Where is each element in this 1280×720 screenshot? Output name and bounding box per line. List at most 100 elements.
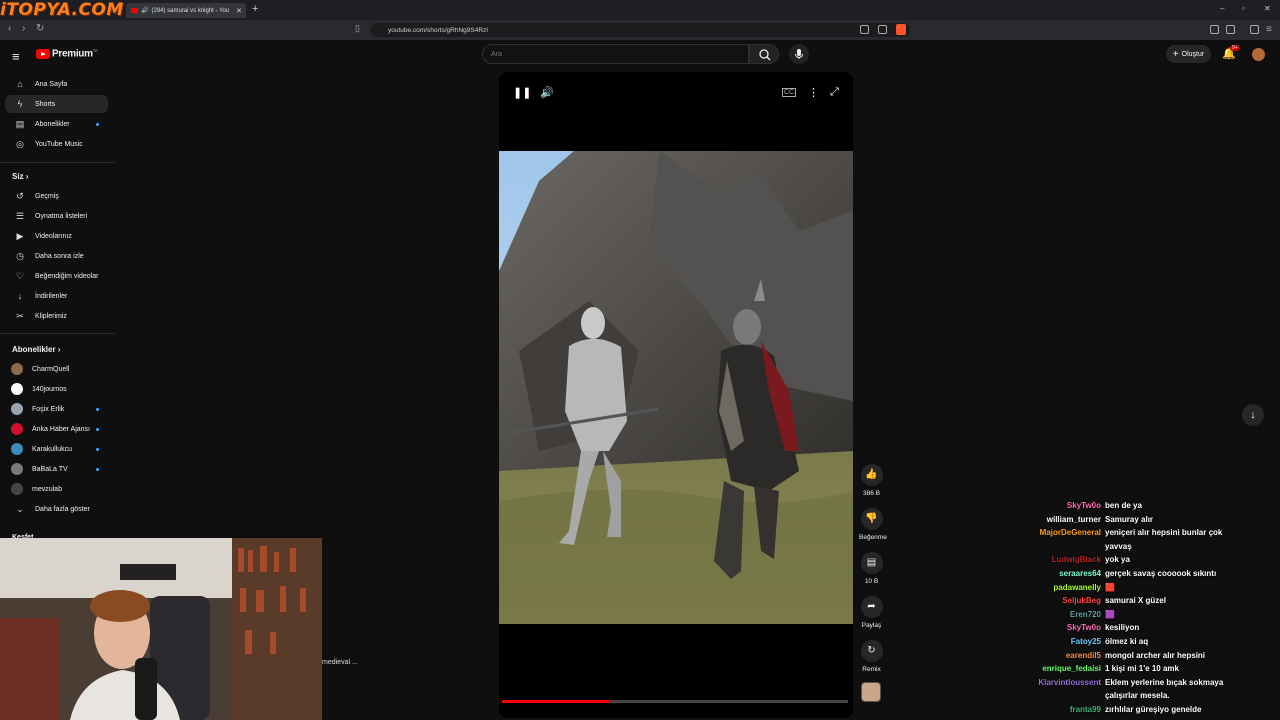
sidebar-item-i-ndirilenler[interactable]: ↓ İndirilenler [5, 287, 108, 305]
forward-icon[interactable]: › [22, 23, 25, 34]
back-icon[interactable]: ‹ [8, 23, 11, 34]
sidebar-item-label: Beğendiğim videolar [35, 272, 99, 280]
chat-text: ölmez ki aq [1105, 636, 1149, 646]
brave-shield-icon[interactable] [896, 24, 906, 35]
chat-username: MajorDeGeneral [1039, 528, 1101, 538]
speaker-tab-icon[interactable]: 🔊 [141, 7, 148, 14]
pause-icon[interactable]: ❚❚ [513, 86, 531, 99]
progress-fill [502, 700, 610, 703]
chat-message: franta99 zırhlılar güreşiyo genelde [1000, 703, 1270, 717]
chevron-down-icon: ⌄ [16, 503, 24, 514]
streamer-webcam [0, 538, 322, 720]
chat-text: Samuray alır [1105, 514, 1154, 524]
comment-icon: ▤ [860, 552, 883, 574]
channel-avatar [11, 403, 23, 415]
comments-button[interactable]: ▤ 10 B [859, 552, 884, 585]
sidebar-item-ge-mi-[interactable]: ↺ Geçmiş [5, 187, 108, 205]
clips-icon: ✂ [16, 310, 24, 321]
channel-avatar [11, 483, 23, 495]
music-ext-icon[interactable] [1250, 25, 1259, 34]
chat-username: Klarvintloussent [1038, 677, 1101, 687]
dislike-button[interactable]: 👎 Beğenme [859, 508, 887, 541]
search-input[interactable]: Ara [482, 44, 749, 64]
sidebar-item-daha-fazla-g-ster[interactable]: ⌄ Daha fazla göster [5, 500, 108, 518]
hamburger-menu-icon[interactable]: ≡ [12, 49, 20, 64]
voice-search-button[interactable] [789, 44, 809, 64]
sound-thumbnail[interactable] [861, 682, 881, 702]
search-button[interactable] [749, 44, 779, 64]
volume-icon[interactable]: 🔊 [540, 86, 554, 99]
sidebar-item-be-endi-im-videolar[interactable]: ♡ Beğendiğim videolar [5, 267, 108, 285]
sidebar-item-mevzulab[interactable]: mevzulab [5, 480, 108, 498]
sidebar-item-babala-tv[interactable]: BaBaLa TV [5, 460, 108, 478]
youtube-premium-logo[interactable]: PremiumTR [52, 48, 98, 59]
sidebar-item-youtube-music[interactable]: ◎ YouTube Music [5, 135, 108, 153]
browser-tab-bar: 🔊 (284) samurai vs knight - You ✕ + – ▫ … [0, 0, 1280, 20]
captions-icon[interactable]: CC [782, 88, 797, 97]
chat-message: MajorDeGeneral yeniçeri alır hepsini bunl… [1000, 526, 1270, 553]
account-avatar[interactable] [1252, 48, 1265, 61]
cast-icon[interactable] [860, 25, 869, 34]
sidebar-item-oynatma-listeleri[interactable]: ☰ Oynatma listeleri [5, 207, 108, 225]
address-bar-row: ‹ › ↻ ▯ youtube.com/shorts/gRhNg9S4RzI ≡ [0, 20, 1280, 40]
sidebar-item-anka-haber-ajans-[interactable]: Anka Haber Ajansı [5, 420, 108, 438]
chat-message: Klarvintloussent Eklem yerlerine bıçak so… [1000, 676, 1270, 703]
channel-avatar [11, 443, 23, 455]
menu-icon[interactable]: ≡ [1266, 24, 1272, 35]
sidebar-item-videolar-n-z[interactable]: ▶ Videolarınız [5, 227, 108, 245]
browser-tab[interactable]: 🔊 (284) samurai vs knight - You ✕ [126, 3, 246, 18]
sidebar-item-karakullukcu[interactable]: Karakullukcu [5, 440, 108, 458]
search-icon [759, 49, 771, 61]
url-field[interactable]: youtube.com/shorts/gRhNg9S4RzI [370, 23, 910, 37]
video-frame[interactable] [499, 151, 853, 624]
chat-text: 1 kişi mi 1'e 10 amk [1105, 664, 1179, 674]
close-window-icon[interactable]: ✕ [1264, 4, 1271, 13]
sidebar-item-label: Shorts [35, 100, 56, 108]
sidebar-item-kliplerimiz[interactable]: ✂ Kliplerimiz [5, 307, 108, 325]
sidebar-item-ana-sayfa[interactable]: ⌂ Ana Sayfa [5, 75, 108, 93]
create-button[interactable]: + Oluştur [1166, 45, 1211, 63]
minimize-icon[interactable]: – [1220, 4, 1224, 13]
new-tab-icon[interactable]: + [252, 3, 258, 15]
sidebar-item-fo-ix-erlik[interactable]: Foşix Erlik [5, 400, 108, 418]
your-videos-icon: ▶ [16, 230, 24, 241]
close-tab-icon[interactable]: ✕ [236, 7, 242, 15]
maximize-icon[interactable]: ▫ [1242, 4, 1245, 13]
remix-icon: ↻ [860, 640, 883, 662]
extensions-icon[interactable] [1210, 25, 1219, 34]
chat-username: enrique_fedaisi [1042, 664, 1101, 674]
youtube-logo-icon[interactable] [36, 49, 50, 59]
sidebar-item-shorts[interactable]: ϟ Shorts [5, 95, 108, 113]
share-page-icon[interactable] [878, 25, 887, 34]
chat-message: padawanelly 🟥 [1000, 581, 1270, 595]
reload-icon[interactable]: ↻ [36, 23, 44, 34]
chat-message: Eren720 🟪 [1000, 608, 1270, 622]
like-button[interactable]: 👍 386 B [859, 464, 884, 497]
next-short-button[interactable]: ↓ [1242, 404, 1264, 426]
sidebar-item-label: Ana Sayfa [35, 80, 68, 88]
plus-icon: + [1172, 48, 1179, 60]
subscriptions-heading[interactable]: Abonelikler › [12, 345, 60, 354]
new-content-dot [96, 447, 99, 451]
remix-button[interactable]: ↻ Remix [859, 640, 884, 673]
sidebar-item-abonelikler[interactable]: ▤ Abonelikler [5, 115, 108, 133]
playlist-icon: ☰ [15, 210, 25, 221]
fullscreen-icon[interactable]: ⤢ [830, 86, 839, 99]
tab-title: (284) samurai vs knight - You [151, 7, 230, 14]
sidebar-icon[interactable] [1226, 25, 1235, 34]
bookmark-icon[interactable]: ▯ [355, 23, 360, 34]
chat-username: seraares64 [1059, 568, 1101, 578]
you-section-heading[interactable]: Siz › [12, 172, 28, 181]
sidebar-item-label: Daha sonra izle [35, 252, 84, 260]
sidebar-item-140journos[interactable]: 140journos [5, 380, 108, 398]
sidebar-item-daha-sonra-izle[interactable]: ◷ Daha sonra izle [5, 247, 108, 265]
chat-text: 🟥 [1105, 582, 1115, 592]
more-options-icon[interactable]: ⋮ [808, 86, 819, 99]
sidebar-item-charmquell[interactable]: CharmQuell [5, 360, 108, 378]
chat-username: SkyTw0o [1066, 623, 1101, 633]
video-progress-bar[interactable] [502, 700, 848, 703]
new-content-dot [96, 427, 99, 431]
sidebar-item-label: İndirilenler [35, 292, 68, 300]
share-button[interactable]: ➦ Paylaş [859, 596, 884, 629]
chat-message: SkyTw0o kesiliyon [1000, 621, 1270, 635]
